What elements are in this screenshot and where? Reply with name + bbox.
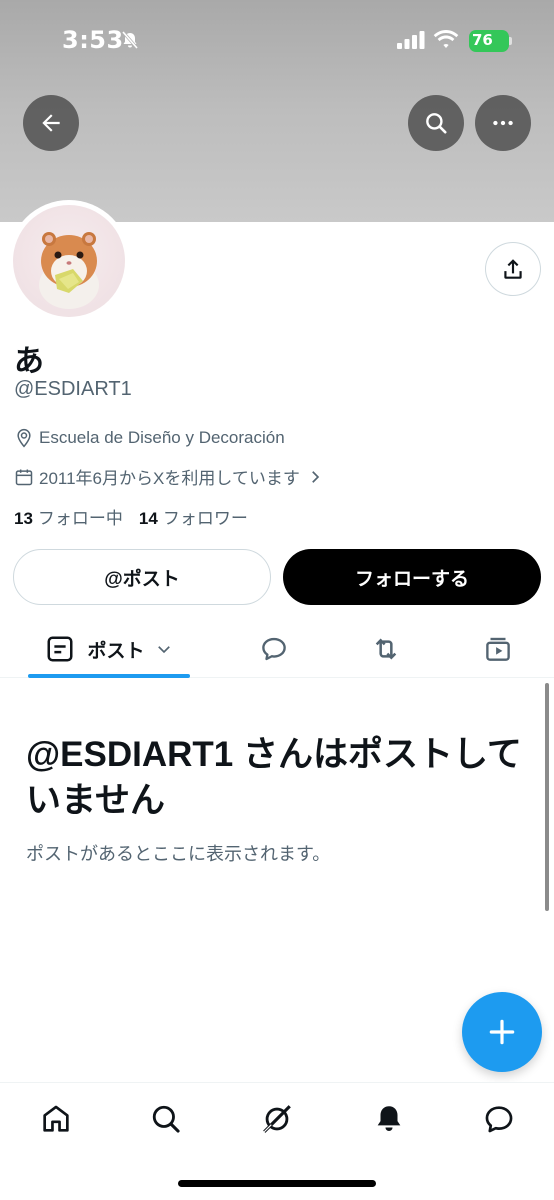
followers-stat[interactable]: 14 フォロワー (139, 504, 248, 529)
location-pin-icon (17, 428, 31, 448)
follow-button[interactable]: フォローする (283, 549, 541, 605)
location-text: Escuela de Diseño y Decoración (39, 428, 285, 447)
tab-reposts[interactable] (356, 620, 416, 678)
nav-search[interactable] (146, 1099, 186, 1139)
more-dots-icon (493, 120, 513, 126)
wifi-icon (433, 30, 459, 48)
plus-icon (489, 1019, 515, 1045)
status-bar: 3:53 76 (0, 0, 554, 84)
empty-state-title: @ESDIART1 さんはポストしていません (26, 735, 522, 820)
avatar[interactable] (13, 205, 125, 317)
search-icon (152, 1105, 180, 1133)
compose-post-button[interactable] (462, 992, 542, 1072)
scrollbar[interactable] (545, 683, 549, 911)
nav-grok[interactable] (257, 1099, 297, 1139)
display-name: あ (14, 344, 44, 379)
following-stat[interactable]: 13 フォロー中 (14, 504, 123, 529)
battery-level: 76 (472, 31, 493, 49)
bell-off-icon (121, 31, 139, 49)
active-tab-indicator (28, 674, 190, 678)
battery-indicator: 76 (469, 30, 509, 52)
mention-post-button[interactable]: @ポスト (13, 549, 271, 605)
follow-stats: 13 フォロー中 14 フォロワー (14, 504, 264, 529)
home-indicator[interactable] (178, 1180, 376, 1187)
share-icon (504, 259, 522, 279)
status-time: 3:53 (62, 26, 124, 54)
tab-replies[interactable] (244, 620, 304, 678)
following-label: フォロー中 (37, 509, 123, 528)
location-row: Escuela de Diseño y Decoración (14, 428, 285, 448)
reply-bubble-icon (262, 637, 286, 661)
repost-icon (375, 638, 397, 660)
user-handle: @ESDIART1 (14, 378, 132, 400)
nav-messages[interactable] (479, 1099, 519, 1139)
tab-posts-label: ポスト (87, 640, 145, 662)
chevron-down-icon (157, 646, 170, 654)
tab-posts[interactable]: ポスト (28, 620, 190, 678)
joined-text: 2011年6月からXを利用しています (39, 469, 300, 488)
media-play-icon (486, 637, 510, 661)
back-button[interactable] (23, 95, 79, 151)
search-button[interactable] (408, 95, 464, 151)
following-count: 13 (14, 509, 33, 528)
home-icon (43, 1105, 69, 1132)
share-button[interactable] (485, 242, 541, 296)
search-icon (426, 113, 447, 134)
profile-tabs: ポスト (0, 620, 554, 678)
signal-icon (397, 31, 425, 49)
empty-state-subtitle: ポストがあるとここに表示されます。 (26, 844, 331, 864)
tab-media[interactable] (468, 620, 528, 678)
calendar-icon (15, 469, 33, 485)
battery-cap (509, 37, 512, 45)
followers-count: 14 (138, 509, 158, 528)
joined-row[interactable]: 2011年6月からXを利用しています (14, 464, 329, 489)
grok-icon (263, 1105, 291, 1133)
hamster-avatar-image (39, 232, 99, 309)
more-button[interactable] (475, 95, 531, 151)
arrow-left-icon (42, 114, 60, 132)
nav-notifications[interactable] (369, 1099, 409, 1139)
bell-icon (377, 1106, 401, 1132)
chevron-right-icon (312, 470, 320, 483)
posts-filter-icon (47, 636, 73, 662)
followers-label: フォロワー (162, 509, 248, 528)
nav-home[interactable] (36, 1099, 76, 1139)
message-bubble-icon (485, 1106, 513, 1133)
